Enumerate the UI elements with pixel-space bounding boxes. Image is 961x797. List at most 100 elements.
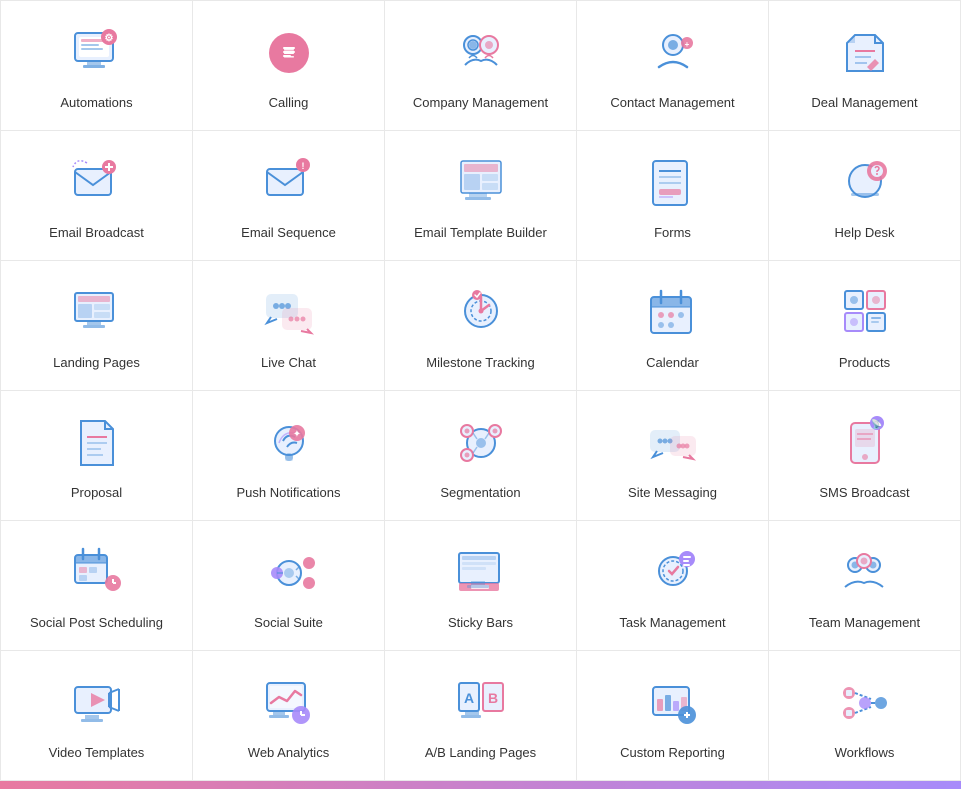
products-label: Products xyxy=(839,355,890,372)
svg-text:📡: 📡 xyxy=(871,418,882,429)
email-template-builder-icon xyxy=(449,151,513,215)
grid-item-team-management[interactable]: Team Management xyxy=(769,521,961,651)
svg-text:⚙: ⚙ xyxy=(104,33,113,44)
bottom-bar xyxy=(0,781,961,789)
sticky-bars-label: Sticky Bars xyxy=(448,615,513,632)
sticky-bars-icon xyxy=(449,541,513,605)
grid-item-live-chat[interactable]: Live Chat xyxy=(193,261,385,391)
push-notifications-label: Push Notifications xyxy=(236,485,340,502)
grid-item-landing-pages[interactable]: Landing Pages xyxy=(1,261,193,391)
svg-text:✦: ✦ xyxy=(292,429,300,440)
help-desk-label: Help Desk xyxy=(835,225,895,242)
grid-item-email-template-builder[interactable]: Email Template Builder xyxy=(385,131,577,261)
automations-label: Automations xyxy=(60,95,132,112)
email-sequence-label: Email Sequence xyxy=(241,225,336,242)
segmentation-icon xyxy=(449,411,513,475)
grid-item-company-management[interactable]: Company Management xyxy=(385,1,577,131)
grid-item-help-desk[interactable]: Help Desk xyxy=(769,131,961,261)
grid-item-calling[interactable]: ≡ Calling xyxy=(193,1,385,131)
email-broadcast-label: Email Broadcast xyxy=(49,225,144,242)
grid-item-site-messaging[interactable]: Site Messaging xyxy=(577,391,769,521)
calling-label: Calling xyxy=(269,95,309,112)
company-management-label: Company Management xyxy=(413,95,548,112)
grid-item-forms[interactable]: Forms xyxy=(577,131,769,261)
grid-item-social-post-scheduling[interactable]: Social Post Scheduling xyxy=(1,521,193,651)
forms-label: Forms xyxy=(654,225,691,242)
contact-management-label: Contact Management xyxy=(610,95,734,112)
landing-pages-icon xyxy=(65,281,129,345)
proposal-icon xyxy=(65,411,129,475)
grid-item-milestone-tracking[interactable]: Milestone Tracking xyxy=(385,261,577,391)
team-management-label: Team Management xyxy=(809,615,920,632)
live-chat-icon xyxy=(257,281,321,345)
custom-reporting-icon xyxy=(641,671,705,735)
live-chat-label: Live Chat xyxy=(261,355,316,372)
workflows-icon xyxy=(833,671,897,735)
svg-text:≡: ≡ xyxy=(283,43,295,65)
social-post-scheduling-label: Social Post Scheduling xyxy=(30,615,163,632)
help-desk-icon xyxy=(833,151,897,215)
site-messaging-icon xyxy=(641,411,705,475)
svg-text:B: B xyxy=(487,690,497,706)
task-management-icon xyxy=(641,541,705,605)
calling-icon: ≡ xyxy=(257,21,321,85)
svg-text:+: + xyxy=(684,40,689,49)
company-management-icon xyxy=(449,21,513,85)
email-sequence-icon: ! xyxy=(257,151,321,215)
web-analytics-icon xyxy=(257,671,321,735)
workflows-label: Workflows xyxy=(835,745,895,762)
grid-item-email-broadcast[interactable]: Email Broadcast xyxy=(1,131,193,261)
grid-item-calendar[interactable]: Calendar xyxy=(577,261,769,391)
sms-broadcast-label: SMS Broadcast xyxy=(819,485,909,502)
grid-item-social-suite[interactable]: Social Suite xyxy=(193,521,385,651)
push-notifications-icon: ✦ xyxy=(257,411,321,475)
grid-item-sticky-bars[interactable]: Sticky Bars xyxy=(385,521,577,651)
deal-management-icon xyxy=(833,21,897,85)
social-suite-label: Social Suite xyxy=(254,615,323,632)
ab-landing-pages-label: A/B Landing Pages xyxy=(425,745,536,762)
custom-reporting-label: Custom Reporting xyxy=(620,745,725,762)
svg-text:A: A xyxy=(463,690,473,706)
site-messaging-label: Site Messaging xyxy=(628,485,717,502)
grid-item-automations[interactable]: ⚙ Automations xyxy=(1,1,193,131)
deal-management-label: Deal Management xyxy=(811,95,917,112)
grid-item-ab-landing-pages[interactable]: A B A/B Landing Pages xyxy=(385,651,577,781)
automations-icon: ⚙ xyxy=(65,21,129,85)
proposal-label: Proposal xyxy=(71,485,122,502)
team-management-icon xyxy=(833,541,897,605)
svg-text:!: ! xyxy=(301,161,304,171)
grid-item-proposal[interactable]: Proposal xyxy=(1,391,193,521)
calendar-label: Calendar xyxy=(646,355,699,372)
products-grid: ⚙ Automations ≡ Calling Company Manageme… xyxy=(0,0,961,781)
ab-landing-pages-icon: A B xyxy=(449,671,513,735)
email-broadcast-icon xyxy=(65,151,129,215)
grid-item-push-notifications[interactable]: ✦ Push Notifications xyxy=(193,391,385,521)
segmentation-label: Segmentation xyxy=(440,485,520,502)
landing-pages-label: Landing Pages xyxy=(53,355,140,372)
social-post-scheduling-icon xyxy=(65,541,129,605)
grid-item-custom-reporting[interactable]: Custom Reporting xyxy=(577,651,769,781)
grid-item-video-templates[interactable]: Video Templates xyxy=(1,651,193,781)
video-templates-label: Video Templates xyxy=(49,745,145,762)
video-templates-icon xyxy=(65,671,129,735)
grid-item-deal-management[interactable]: Deal Management xyxy=(769,1,961,131)
web-analytics-label: Web Analytics xyxy=(248,745,329,762)
grid-item-sms-broadcast[interactable]: 📡 SMS Broadcast xyxy=(769,391,961,521)
milestone-tracking-icon xyxy=(449,281,513,345)
grid-item-products[interactable]: Products xyxy=(769,261,961,391)
task-management-label: Task Management xyxy=(619,615,725,632)
grid-item-contact-management[interactable]: + Contact Management xyxy=(577,1,769,131)
grid-item-segmentation[interactable]: Segmentation xyxy=(385,391,577,521)
contact-management-icon: + xyxy=(641,21,705,85)
calendar-icon xyxy=(641,281,705,345)
grid-item-workflows[interactable]: Workflows xyxy=(769,651,961,781)
milestone-tracking-label: Milestone Tracking xyxy=(426,355,534,372)
products-icon xyxy=(833,281,897,345)
email-template-builder-label: Email Template Builder xyxy=(414,225,547,242)
grid-item-email-sequence[interactable]: ! Email Sequence xyxy=(193,131,385,261)
social-suite-icon xyxy=(257,541,321,605)
sms-broadcast-icon: 📡 xyxy=(833,411,897,475)
grid-item-web-analytics[interactable]: Web Analytics xyxy=(193,651,385,781)
grid-item-task-management[interactable]: Task Management xyxy=(577,521,769,651)
forms-icon xyxy=(641,151,705,215)
